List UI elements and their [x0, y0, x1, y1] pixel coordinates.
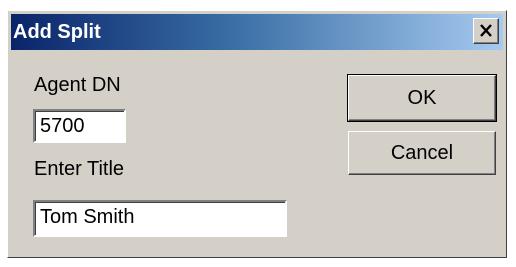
window-title: Add Split [13, 21, 101, 43]
ok-button[interactable]: OK [347, 74, 497, 122]
enter-title-label: Enter Title [34, 158, 125, 180]
close-icon [480, 24, 492, 37]
cancel-button[interactable]: Cancel [348, 131, 496, 175]
close-button[interactable] [473, 18, 499, 44]
title-bar[interactable]: Add Split [11, 14, 503, 50]
add-split-dialog: Add Split Agent DN 5700 Enter Title Tom … [7, 10, 507, 258]
agent-dn-field[interactable]: 5700 [33, 109, 126, 143]
title-field[interactable]: Tom Smith [33, 200, 287, 237]
agent-dn-label: Agent DN [34, 74, 121, 96]
